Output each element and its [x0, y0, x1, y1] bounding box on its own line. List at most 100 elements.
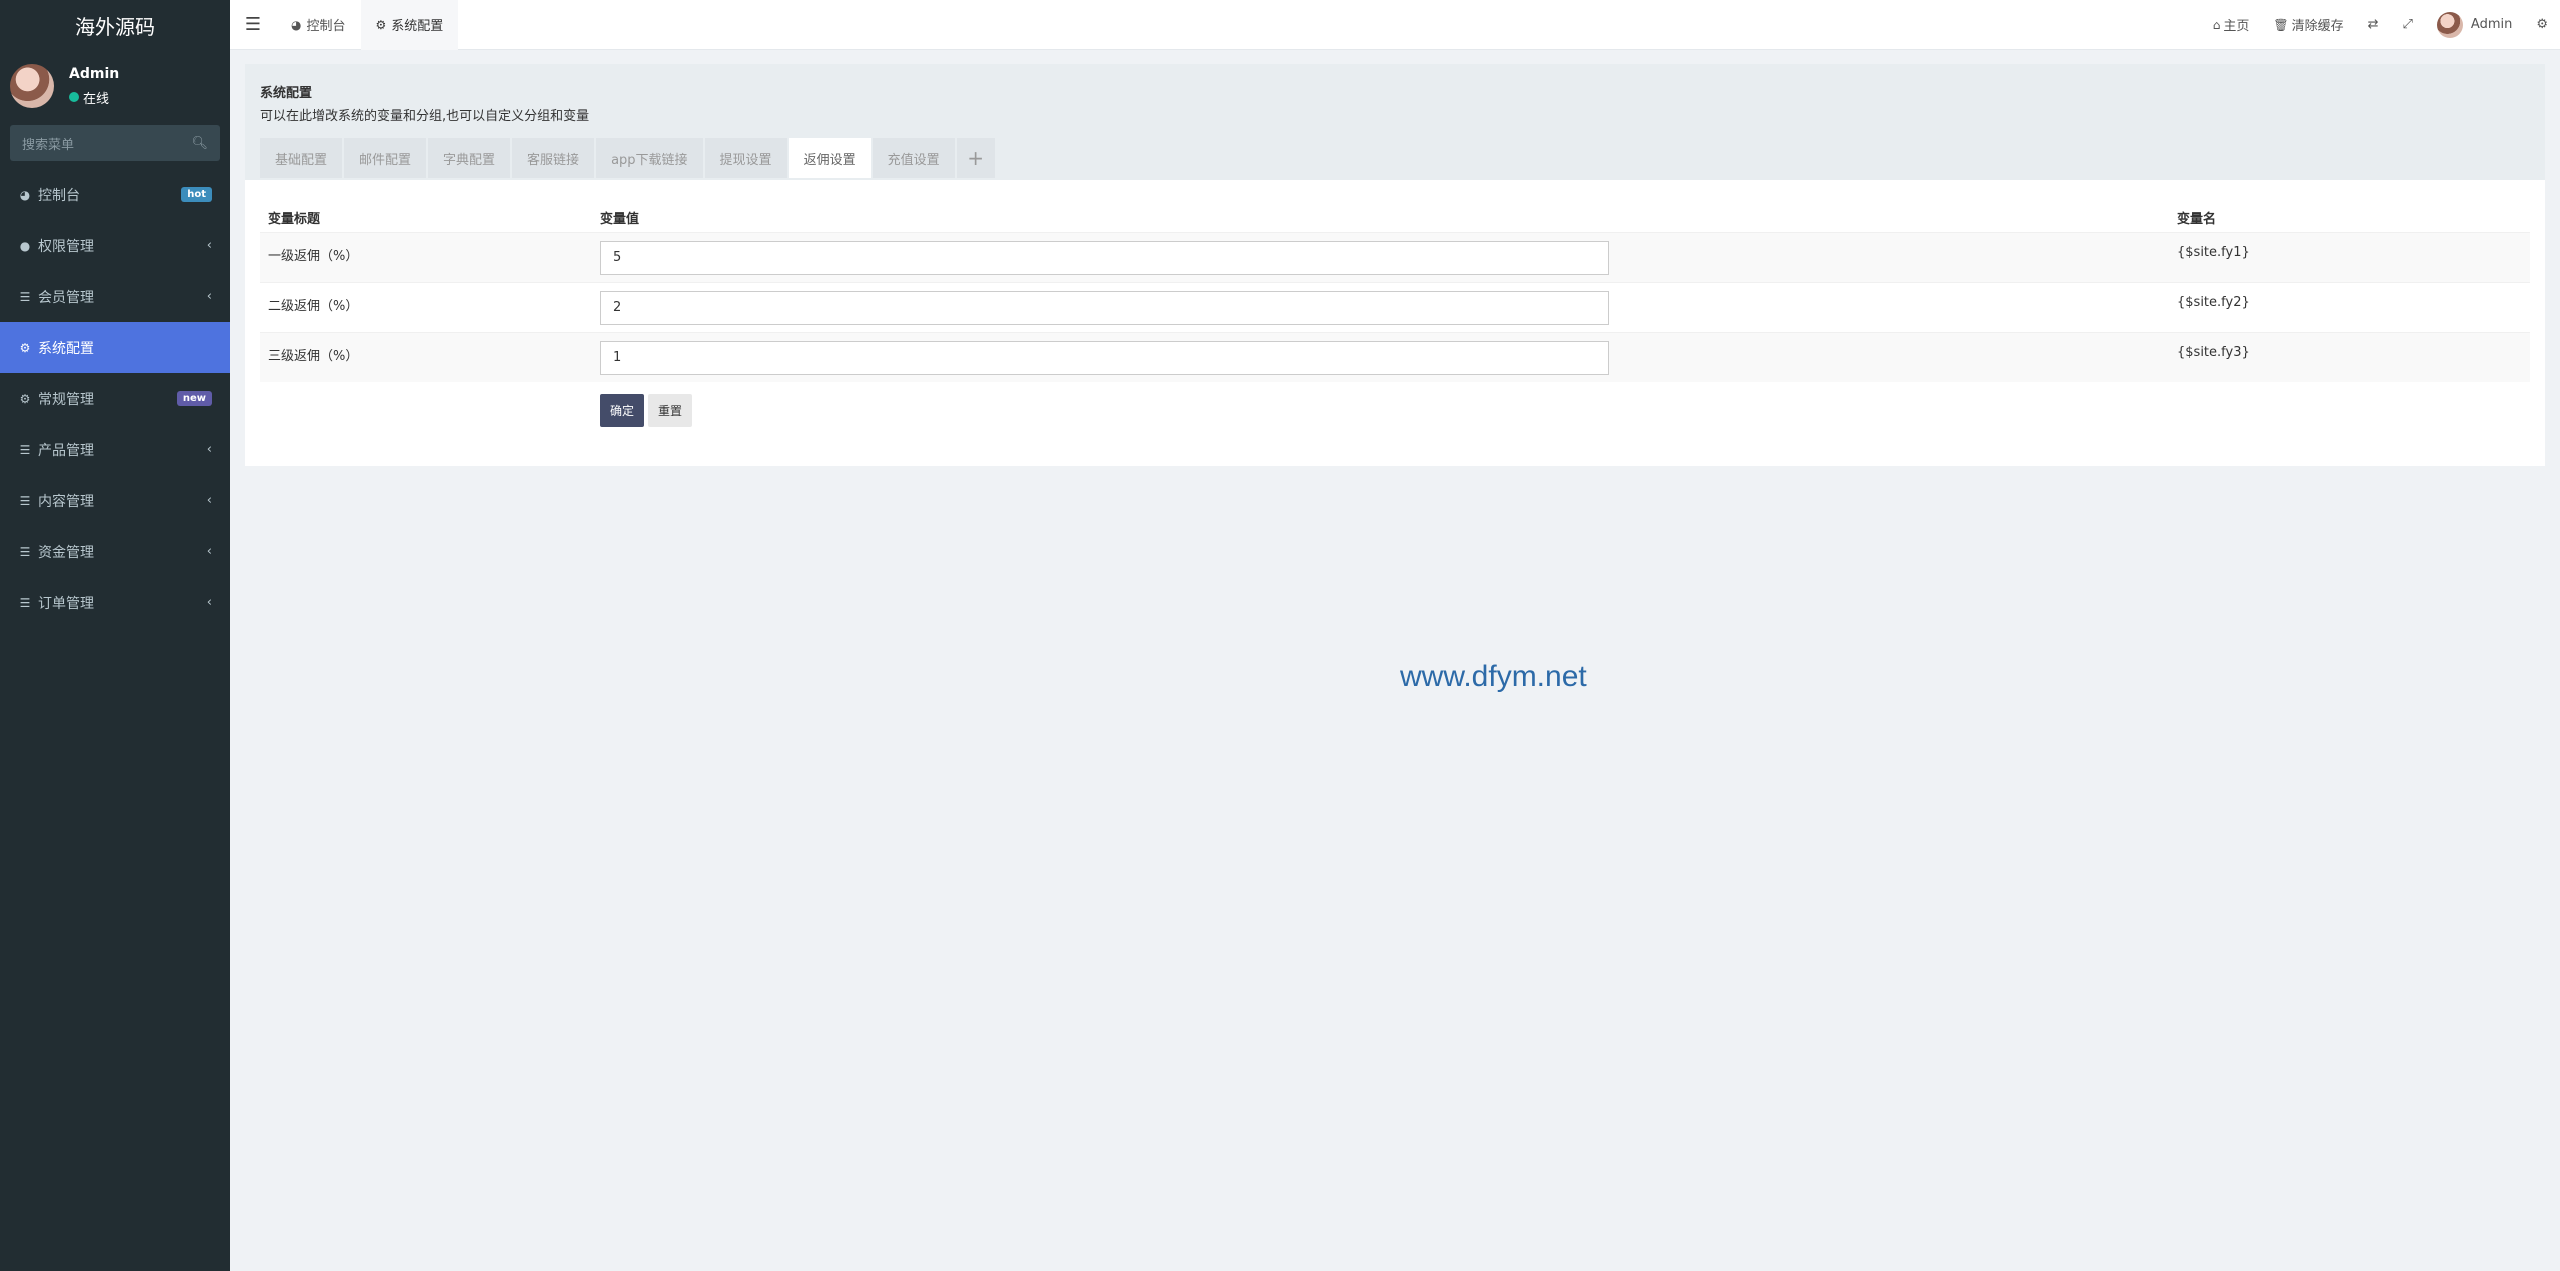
sidebar-item-label: 权限管理 [38, 238, 94, 255]
user-status-label: 在线 [83, 91, 110, 107]
sidebar-item-content[interactable]: ☰ 内容管理 ‹ [0, 475, 230, 526]
fullscreen-icon: ⤢ [2402, 17, 2413, 32]
sidebar-item-funds[interactable]: ☰ 资金管理 ‹ [0, 526, 230, 577]
fullscreen-button[interactable]: ⤢ [2391, 17, 2425, 32]
tab-dashboard[interactable]: ◕ 控制台 [276, 0, 361, 50]
language-button[interactable]: ⇄ [2356, 17, 2391, 32]
tab-system-config[interactable]: ⚙ 系统配置 [360, 0, 459, 50]
tab-withdraw[interactable]: 提现设置 [704, 138, 787, 178]
users-icon: ● [19, 238, 31, 253]
sidebar-item-label: 内容管理 [38, 493, 94, 510]
sidebar-item-label: 会员管理 [38, 289, 94, 306]
home-link[interactable]: ⌂ 主页 [2201, 15, 2262, 35]
settings-button[interactable]: ⚙ [2524, 17, 2560, 32]
dashboard-icon: ◕ [291, 17, 302, 32]
table-header: 变量标题 变量值 变量名 [260, 202, 2530, 232]
sidebar-item-label: 系统配置 [38, 340, 94, 357]
tab-rebate[interactable]: 返佣设置 [788, 138, 871, 178]
plus-icon: + [967, 146, 984, 170]
home-icon: ⌂ [2212, 17, 2221, 32]
variable-name: {$site.fy2} [2177, 295, 2250, 310]
sidebar-item-members[interactable]: ☰ 会员管理 ‹ [0, 271, 230, 322]
clear-cache-button[interactable]: 🗑︎ 清除缓存 [2261, 15, 2355, 35]
list-icon: ☰ [19, 493, 31, 508]
chevron-left-icon: ‹ [206, 442, 212, 457]
gear-icon: ⚙ [375, 17, 387, 32]
chevron-left-icon: ‹ [206, 289, 212, 304]
tab-recharge[interactable]: 充值设置 [872, 138, 955, 178]
config-tabs: 基础配置 邮件配置 字典配置 客服链接 app下载链接 提现设置 返佣设置 充值… [260, 138, 2530, 178]
chevron-left-icon: ‹ [206, 544, 212, 559]
page-title: 系统配置 [260, 86, 313, 101]
reset-button[interactable]: 重置 [648, 394, 693, 427]
sidebar-item-label: 控制台 [38, 187, 80, 204]
user-menu-label: Admin [2470, 17, 2513, 32]
column-header: 变量名 [2177, 211, 2217, 227]
chevron-left-icon: ‹ [206, 238, 212, 253]
config-table: 变量标题 变量值 变量名 一级返佣（%） {$site.fy1} 二级返佣（%）… [260, 202, 2530, 427]
table-row: 三级返佣（%） {$site.fy3} [260, 332, 2530, 382]
cogs-icon: ⚙ [19, 391, 31, 406]
tab-dictionary[interactable]: 字典配置 [428, 138, 511, 178]
online-dot-icon [69, 92, 79, 102]
user-panel: Admin 在线 [0, 50, 230, 122]
sidebar-item-system-config[interactable]: ⚙ 系统配置 [0, 322, 230, 373]
table-row: 二级返佣（%） {$site.fy2} [260, 282, 2530, 332]
tab-label: 控制台 [306, 19, 346, 34]
top-navbar: ☰ ◕ 控制台 ⚙ 系统配置 ⌂ 主页 🗑︎ 清除缓存 ⇄ ⤢ Admin ⚙ [230, 0, 2560, 50]
menu-toggle-icon[interactable]: ☰ [230, 14, 276, 35]
variable-title: 二级返佣（%） [268, 299, 359, 314]
tab-basic[interactable]: 基础配置 [260, 138, 343, 178]
tab-app-download[interactable]: app下载链接 [596, 138, 703, 178]
user-menu[interactable]: Admin [2425, 11, 2524, 38]
hot-badge: hot [181, 187, 212, 202]
sidebar-item-label: 资金管理 [38, 544, 94, 561]
cogs-icon: ⚙ [2536, 17, 2548, 32]
form-actions: 确定 重置 [260, 394, 2530, 427]
avatar [2436, 11, 2463, 38]
variable-value-input[interactable] [600, 290, 1609, 325]
column-header: 变量标题 [268, 211, 321, 227]
sidebar-item-products[interactable]: ☰ 产品管理 ‹ [0, 424, 230, 475]
list-icon: ☰ [19, 595, 31, 610]
list-icon: ☰ [19, 442, 31, 457]
sidebar-menu: ◕ 控制台 hot ● 权限管理 ‹ ☰ 会员管理 ‹ ⚙ 系统配置 ⚙ 常规管… [0, 169, 230, 628]
tab-email[interactable]: 邮件配置 [344, 138, 427, 178]
dashboard-icon: ◕ [19, 187, 31, 202]
page-description: 可以在此增改系统的变量和分组,也可以自定义分组和变量 [260, 109, 590, 124]
confirm-button[interactable]: 确定 [600, 394, 645, 427]
tab-label: 系统配置 [391, 19, 444, 34]
table-row: 一级返佣（%） {$site.fy1} [260, 232, 2530, 282]
tab-service-link[interactable]: 客服链接 [512, 138, 595, 178]
sidebar-item-general[interactable]: ⚙ 常规管理 new [0, 373, 230, 424]
user-status: 在线 [69, 88, 119, 107]
sidebar-item-label: 订单管理 [38, 595, 94, 612]
variable-name: {$site.fy1} [2177, 245, 2250, 260]
logo[interactable]: 海外源码 [0, 0, 230, 50]
variable-value-input[interactable] [600, 340, 1609, 375]
search-icon[interactable]: 🔍︎ [191, 136, 208, 151]
search-input[interactable]: 搜索菜单 🔍︎ [10, 125, 220, 161]
sidebar-item-label: 常规管理 [38, 391, 94, 408]
sidebar-item-dashboard[interactable]: ◕ 控制台 hot [0, 169, 230, 220]
translate-icon: ⇄ [2367, 17, 2379, 32]
search-placeholder: 搜索菜单 [22, 137, 75, 153]
variable-value-input[interactable] [600, 240, 1609, 275]
sidebar-item-label: 产品管理 [38, 442, 94, 459]
clear-cache-label: 清除缓存 [2291, 19, 2344, 34]
trash-icon: 🗑︎ [2273, 17, 2289, 32]
list-icon: ☰ [19, 544, 31, 559]
sidebar: 海外源码 Admin 在线 搜索菜单 🔍︎ ◕ 控制台 hot ● 权限管理 ‹… [0, 0, 230, 1271]
column-header: 变量值 [600, 211, 640, 227]
list-icon: ☰ [19, 289, 31, 304]
config-panel: 系统配置 可以在此增改系统的变量和分组,也可以自定义分组和变量 基础配置 邮件配… [245, 64, 2545, 466]
avatar [10, 64, 54, 108]
add-tab-button[interactable]: + [956, 138, 995, 178]
variable-title: 一级返佣（%） [268, 249, 359, 264]
variable-title: 三级返佣（%） [268, 349, 359, 364]
panel-header: 系统配置 可以在此增改系统的变量和分组,也可以自定义分组和变量 基础配置 邮件配… [245, 64, 2545, 180]
chevron-left-icon: ‹ [206, 493, 212, 508]
sidebar-item-orders[interactable]: ☰ 订单管理 ‹ [0, 577, 230, 628]
chevron-left-icon: ‹ [206, 595, 212, 610]
sidebar-item-permissions[interactable]: ● 权限管理 ‹ [0, 220, 230, 271]
